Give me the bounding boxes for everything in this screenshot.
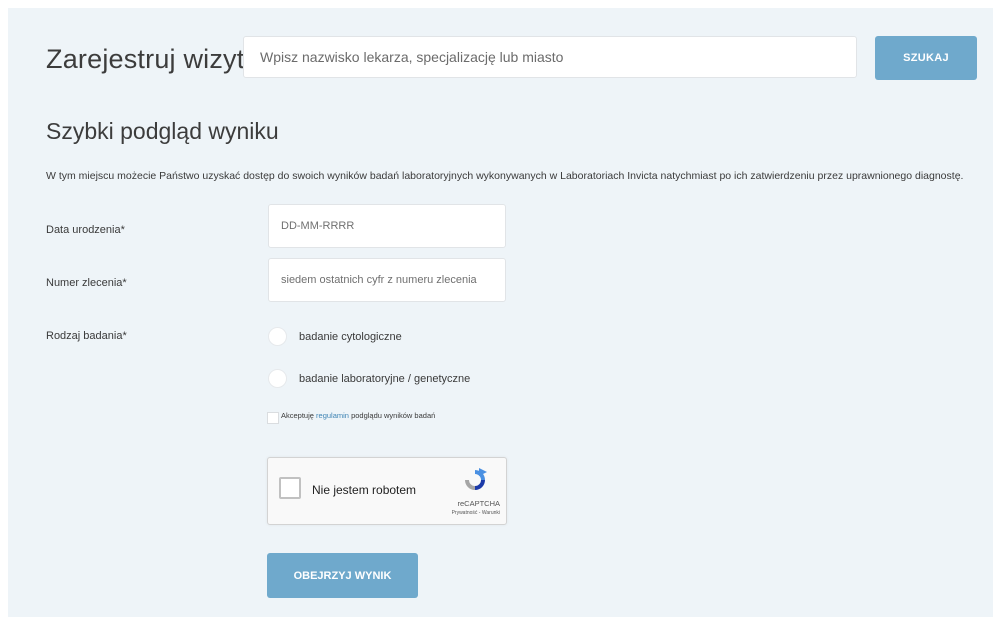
recaptcha-widget: Nie jestem robotem reCAPTCHA Prywatność … (267, 457, 507, 525)
radio-option-laboratory[interactable]: badanie laboratoryjne / genetyczne (268, 369, 470, 388)
recaptcha-label: Nie jestem robotem (312, 483, 417, 497)
test-type-label: Rodzaj badania* (46, 330, 127, 342)
birthdate-field[interactable] (268, 204, 506, 248)
consent-row: Akceptuję regulamin podglądu wyników bad… (267, 411, 435, 424)
radio-label: badanie cytologiczne (299, 330, 402, 343)
recaptcha-links[interactable]: Prywatność - Warunki (452, 510, 500, 516)
terms-link[interactable]: regulamin (316, 411, 349, 420)
section-title: Szybki podgląd wyniku (46, 118, 279, 144)
order-number-field[interactable] (268, 258, 506, 302)
birthdate-label: Data urodzenia* (46, 224, 125, 236)
radio-button[interactable] (268, 369, 287, 388)
view-result-button[interactable]: OBEJRZYJ WYNIK (267, 553, 418, 598)
consent-prefix: Akceptuję (281, 411, 314, 420)
content-panel: Zarejestruj wizytę SZUKAJ Szybki podgląd… (8, 8, 993, 617)
recaptcha-brand: reCAPTCHA (457, 499, 500, 508)
radio-button[interactable] (268, 327, 287, 346)
consent-checkbox[interactable] (267, 412, 279, 424)
recaptcha-logo-icon (465, 468, 487, 490)
search-input[interactable] (243, 36, 857, 78)
consent-text: Akceptuję regulamin podglądu wyników bad… (281, 411, 435, 420)
search-button[interactable]: SZUKAJ (875, 36, 977, 80)
recaptcha-checkbox[interactable] (279, 477, 301, 499)
header-title: Zarejestruj wizytę (46, 44, 260, 74)
radio-label: badanie laboratoryjne / genetyczne (299, 372, 471, 385)
intro-text: W tym miejscu możecie Państwo uzyskać do… (46, 170, 964, 182)
consent-suffix: podglądu wyników badań (351, 411, 436, 420)
radio-option-cytology[interactable]: badanie cytologiczne (268, 327, 402, 346)
order-number-label: Numer zlecenia* (46, 277, 127, 289)
